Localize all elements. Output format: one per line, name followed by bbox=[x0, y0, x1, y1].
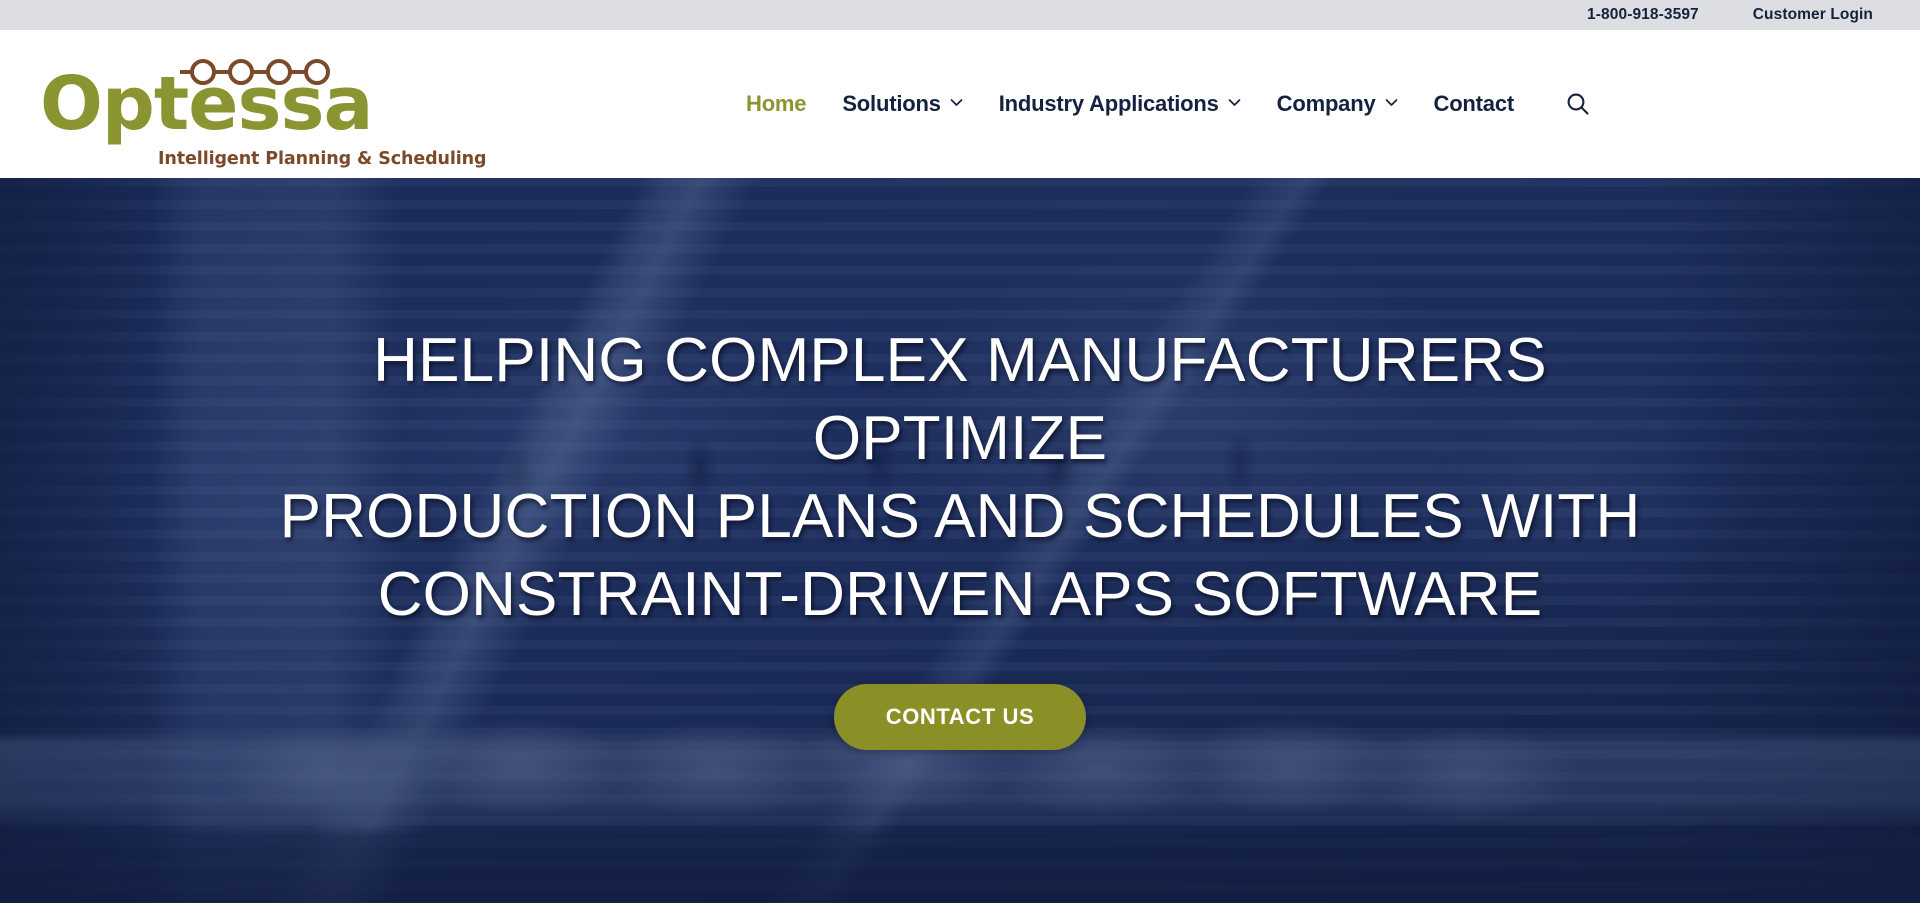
nav-item-contact[interactable]: Contact bbox=[1416, 91, 1533, 117]
nav-item-company[interactable]: Company bbox=[1259, 91, 1416, 117]
nav-item-contact-label: Contact bbox=[1433, 91, 1515, 116]
hero-content: HELPING COMPLEX MANUFACTURERS OPTIMIZE P… bbox=[0, 178, 1920, 903]
top-utility-bar: 1-800-918-3597 Customer Login bbox=[0, 0, 1920, 30]
nav-item-solutions[interactable]: Solutions bbox=[824, 91, 980, 117]
customer-login-link[interactable]: Customer Login bbox=[1753, 6, 1873, 24]
hero-headline-line-3: CONSTRAINT-DRIVEN APS SOFTWARE bbox=[377, 559, 1543, 629]
logo-tagline: Intelligent Planning & Scheduling bbox=[158, 149, 487, 169]
nav-item-home-label: Home bbox=[746, 91, 807, 116]
chevron-down-icon bbox=[1228, 96, 1241, 109]
nav-item-industry-applications-label: Industry Applications bbox=[998, 91, 1219, 116]
logo[interactable]: Optessa Intelligent Planning & Schedulin… bbox=[40, 49, 487, 169]
chevron-down-icon bbox=[1385, 96, 1398, 109]
hero-banner: HELPING COMPLEX MANUFACTURERS OPTIMIZE P… bbox=[0, 178, 1920, 903]
hero-headline-line-2: PRODUCTION PLANS AND SCHEDULES WITH bbox=[279, 481, 1641, 551]
site-header: Optessa Intelligent Planning & Schedulin… bbox=[0, 30, 1920, 178]
phone-link[interactable]: 1-800-918-3597 bbox=[1587, 6, 1699, 24]
main-navigation: Home Solutions Industry Applications Com… bbox=[728, 30, 1594, 178]
chevron-down-icon bbox=[950, 96, 963, 109]
hero-headline-line-1: HELPING COMPLEX MANUFACTURERS OPTIMIZE bbox=[373, 325, 1547, 473]
nav-item-solutions-label: Solutions bbox=[842, 91, 941, 116]
logo-wordmark: Optessa bbox=[40, 61, 373, 147]
nav-item-industry-applications[interactable]: Industry Applications bbox=[981, 91, 1259, 117]
contact-us-button[interactable]: CONTACT US bbox=[833, 683, 1087, 750]
nav-item-home[interactable]: Home bbox=[728, 91, 824, 117]
search-icon[interactable] bbox=[1562, 88, 1594, 120]
hero-headline: HELPING COMPLEX MANUFACTURERS OPTIMIZE P… bbox=[250, 322, 1670, 634]
nav-item-company-label: Company bbox=[1276, 91, 1376, 116]
